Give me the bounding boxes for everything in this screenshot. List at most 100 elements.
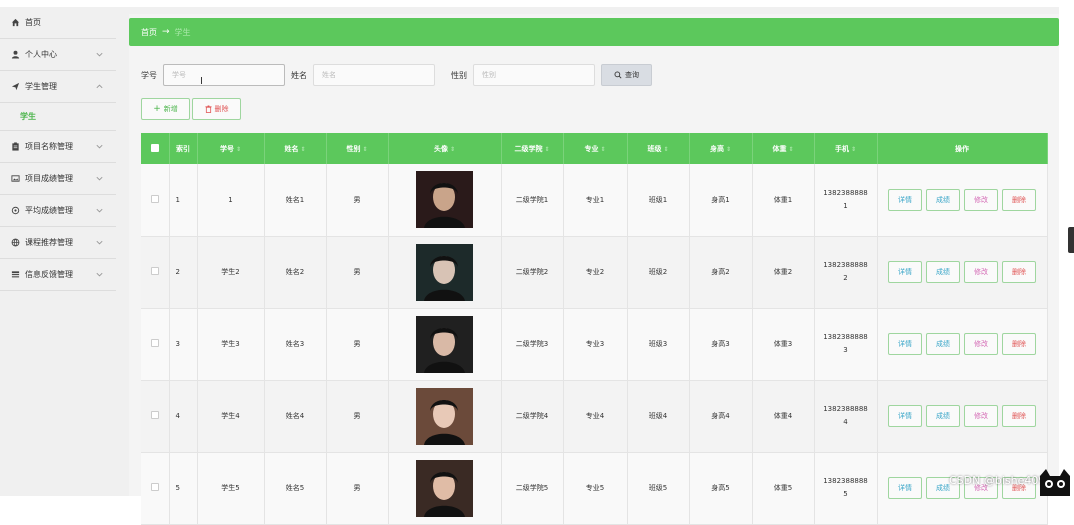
search-button[interactable]: 查询 xyxy=(601,64,652,86)
detail-button[interactable]: 详情 xyxy=(888,333,922,355)
avatar-image[interactable] xyxy=(416,171,473,229)
sidebar-subitem-label: 学生 xyxy=(20,112,36,121)
top-strip xyxy=(0,0,1074,7)
sidebar-item-project-name-management[interactable]: 项目名称管理 xyxy=(0,131,116,163)
select-all-checkbox[interactable] xyxy=(141,133,170,164)
score-button[interactable]: 成绩 xyxy=(926,188,960,211)
detail-button[interactable]: 详情 xyxy=(888,188,922,211)
table-header-row: 索引 学号 ⇕ 姓名 ⇕ 性别 ⇕ 头像 ⇕ 二级学院 ⇕ 专业 ⇕ 班级 ⇕ 身高 ⇕ 体重 ⇕… xyxy=(141,133,1048,164)
delete-button[interactable]: 删除 xyxy=(1002,333,1036,355)
cell-index: 3 xyxy=(169,308,198,381)
sidebar-item-student-management[interactable]: 学生管理 xyxy=(0,71,116,103)
row-checkbox[interactable] xyxy=(141,380,170,453)
add-button[interactable]: + 新增 xyxy=(141,98,190,120)
xuehao-input[interactable]: 学号 xyxy=(163,64,285,86)
sidebar-item-label: 项目名称管理 xyxy=(25,142,73,151)
sidebar-item-project-score-management[interactable]: 项目成绩管理 xyxy=(0,163,116,195)
col-header-name[interactable]: 姓名 ⇕ xyxy=(264,133,327,164)
sort-icon: ⇕ xyxy=(788,145,794,153)
search-label-gender: 性别 xyxy=(451,70,467,80)
edit-button[interactable]: 修改 xyxy=(964,333,998,355)
plus-icon: + xyxy=(153,104,161,114)
sidebar-item-course-recommend-management[interactable]: 课程推荐管理 xyxy=(0,227,116,259)
col-header-class[interactable]: 班级 ⇕ xyxy=(627,133,690,164)
cell-weight: 体重2 xyxy=(752,236,815,309)
avatar-image[interactable] xyxy=(416,387,473,445)
score-button[interactable]: 成绩 xyxy=(926,405,960,427)
batch-delete-button[interactable]: 删除 xyxy=(192,98,241,120)
col-header-major[interactable]: 专业 ⇕ xyxy=(563,133,628,164)
score-button[interactable]: 成绩 xyxy=(926,261,960,283)
col-header-phone[interactable]: 手机 ⇕ xyxy=(814,133,878,164)
cell-name: 姓名5 xyxy=(264,452,327,525)
sidebar-subitem-student[interactable]: 学生 xyxy=(0,103,116,131)
cell-gender: 男 xyxy=(326,452,389,525)
sidebar-item-personal-center[interactable]: 个人中心 xyxy=(0,39,116,71)
avatar-image[interactable] xyxy=(416,459,473,517)
search-label-xuehao: 学号 xyxy=(141,70,157,80)
edit-button[interactable]: 修改 xyxy=(964,188,998,211)
col-header-height[interactable]: 身高 ⇕ xyxy=(689,133,753,164)
avatar-image[interactable] xyxy=(416,243,473,301)
sidebar-item-feedback-management[interactable]: 信息反馈管理 xyxy=(0,259,116,291)
sort-icon: ⇕ xyxy=(725,145,732,153)
breadcrumb-current: 学生 xyxy=(174,27,191,37)
sidebar-item-average-score-management[interactable]: 平均成绩管理 xyxy=(0,195,116,227)
side-tab-handle[interactable] xyxy=(1068,227,1074,253)
cell-phone: 1382388888 2 xyxy=(814,236,878,309)
cell-college: 二级学院5 xyxy=(501,452,564,525)
detail-button[interactable]: 详情 xyxy=(888,405,922,427)
chevron-down-icon xyxy=(96,52,103,57)
score-button[interactable]: 成绩 xyxy=(926,333,960,355)
sidebar-item-label: 课程推荐管理 xyxy=(25,238,73,247)
cell-class: 班级3 xyxy=(627,308,690,381)
cell-phone: 1382388888 3 xyxy=(814,308,878,381)
col-header-weight[interactable]: 体重 ⇕ xyxy=(752,133,815,164)
search-bar: 学号 学号 姓名 姓名 性别 性别 查询 xyxy=(141,64,652,86)
cell-actions: 详情 成绩 修改 删除 xyxy=(877,452,1048,525)
col-header-college[interactable]: 二级学院 ⇕ xyxy=(501,133,564,164)
name-input[interactable]: 姓名 xyxy=(313,64,435,86)
cell-major: 专业4 xyxy=(563,380,628,453)
edit-button[interactable]: 修改 xyxy=(964,405,998,427)
cell-height: 身高3 xyxy=(689,308,753,381)
breadcrumb-home[interactable]: 首页 xyxy=(141,27,157,38)
sidebar-item-label: 学生管理 xyxy=(25,82,57,91)
chevron-up-icon xyxy=(96,84,103,89)
cell-index: 1 xyxy=(169,164,198,237)
delete-button[interactable]: 删除 xyxy=(1002,261,1036,283)
col-header-xuehao[interactable]: 学号 ⇕ xyxy=(197,133,265,164)
row-checkbox[interactable] xyxy=(141,452,170,525)
trash-icon xyxy=(204,105,212,113)
row-checkbox[interactable] xyxy=(141,164,170,237)
table-row: 4 学生4 姓名4 男二级学院4 专业4 班级4 身高4 体重4 1382388888 4 详情 成绩… xyxy=(141,380,1048,453)
avatar-image[interactable] xyxy=(416,315,473,373)
cell-name: 姓名1 xyxy=(264,164,327,237)
delete-button[interactable]: 删除 xyxy=(1002,188,1036,211)
col-header-index: 索引 xyxy=(169,133,198,164)
cell-xuehao: 学生3 xyxy=(197,308,265,381)
col-header-actions: 操作 xyxy=(877,133,1048,164)
cell-major: 专业3 xyxy=(563,308,628,381)
cell-major: 专业1 xyxy=(563,164,628,237)
table-row: 1 1 姓名1 男二级学院1 专业1 班级1 身高1 体重1 1382388888 1 详情 成绩 修改… xyxy=(141,164,1048,237)
col-header-gender[interactable]: 性别 ⇕ xyxy=(326,133,389,164)
sidebar-item-label: 项目成绩管理 xyxy=(25,174,73,183)
edit-button[interactable]: 修改 xyxy=(964,261,998,283)
cell-weight: 体重4 xyxy=(752,380,815,453)
delete-button[interactable]: 删除 xyxy=(1002,405,1036,427)
sidebar-item-label: 个人中心 xyxy=(25,50,57,59)
row-checkbox[interactable] xyxy=(141,308,170,381)
sidebar-item-home[interactable]: 首页 xyxy=(0,7,116,39)
row-checkbox[interactable] xyxy=(141,236,170,309)
cell-xuehao: 1 xyxy=(197,164,265,237)
user-icon xyxy=(10,49,21,60)
gender-input[interactable]: 性别 xyxy=(473,64,595,86)
cell-height: 身高1 xyxy=(689,164,753,237)
sort-icon: ⇕ xyxy=(235,145,242,153)
col-header-avatar[interactable]: 头像 ⇕ xyxy=(388,133,502,164)
cell-actions: 详情 成绩 修改 删除 xyxy=(877,308,1048,381)
sort-icon: ⇕ xyxy=(362,145,368,153)
cell-gender: 男 xyxy=(326,164,389,237)
detail-button[interactable]: 详情 xyxy=(888,261,922,283)
